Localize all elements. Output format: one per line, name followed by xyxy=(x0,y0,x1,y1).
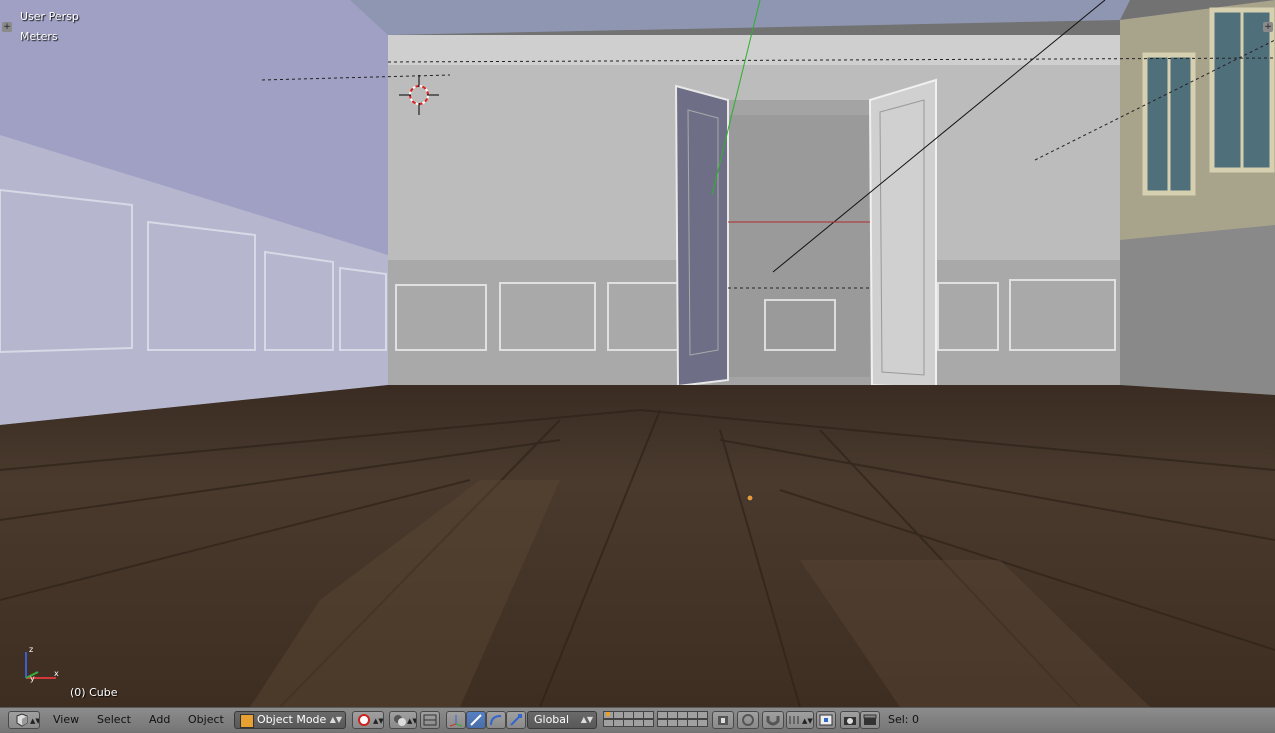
pivot-icon: ▲▼ xyxy=(358,714,384,726)
move-manipulator-button[interactable] xyxy=(466,711,486,729)
region-expand-icon[interactable]: + xyxy=(1263,22,1273,32)
snap-target-button[interactable] xyxy=(816,711,836,729)
manipulator-icon xyxy=(423,714,437,726)
manipulator-toggle[interactable] xyxy=(420,711,440,729)
proportional-edit-button[interactable] xyxy=(737,711,759,729)
layer-lock-icon xyxy=(718,716,728,725)
clapper-icon xyxy=(863,714,877,725)
render-button[interactable] xyxy=(840,711,860,729)
region-expand-icon[interactable]: + xyxy=(2,22,12,32)
snap-target-icon xyxy=(819,714,833,726)
svg-text:▲▼: ▲▼ xyxy=(373,717,383,725)
snap-toggle[interactable] xyxy=(762,711,784,729)
orientation-dropdown[interactable]: Global ▲▼ xyxy=(527,711,597,729)
active-layer-dot xyxy=(606,712,610,716)
axes-icon xyxy=(449,715,463,727)
proportional-icon xyxy=(742,714,754,726)
dropdown-arrows-icon: ▲▼ xyxy=(580,715,593,724)
scale-icon xyxy=(510,714,522,726)
menu-add[interactable]: Add xyxy=(149,713,170,726)
shading-icon: ▲▼ xyxy=(394,715,418,726)
3d-viewport[interactable]: z y x User Persp Meters (0) Cube + + xyxy=(0,0,1275,707)
snap-increment-icon: ▲▼ xyxy=(789,716,813,725)
camera-icon xyxy=(844,717,856,725)
translate-manipulator-button[interactable] xyxy=(446,711,466,729)
editor-type-button[interactable]: ▲▼ xyxy=(8,711,41,729)
scene-layers-group-2[interactable] xyxy=(657,708,708,733)
rotate-icon xyxy=(490,715,502,726)
scale-manipulator-button[interactable] xyxy=(506,711,526,729)
svg-text:y: y xyxy=(30,674,35,683)
svg-text:▲▼: ▲▼ xyxy=(30,717,39,725)
selection-count: Sel: 0 xyxy=(888,713,920,726)
pivot-button[interactable]: ▲▼ xyxy=(352,711,384,729)
object-origin xyxy=(746,494,754,502)
shading-button[interactable]: ▲▼ xyxy=(389,711,418,729)
object-mode-icon xyxy=(240,714,254,728)
left-door xyxy=(674,84,729,388)
svg-text:x: x xyxy=(54,669,59,678)
svg-text:▲▼: ▲▼ xyxy=(802,717,813,725)
menu-select[interactable]: Select xyxy=(97,713,131,726)
cube-icon: ▲▼ xyxy=(16,713,41,727)
rotate-manipulator-button[interactable] xyxy=(486,711,506,729)
active-object-label: (0) Cube xyxy=(70,686,118,699)
scene-render[interactable]: z y x xyxy=(0,0,1275,707)
view-name-label: User Persp xyxy=(20,10,79,23)
mode-dropdown-label: Object Mode xyxy=(257,713,327,726)
svg-text:▲▼: ▲▼ xyxy=(407,717,416,725)
scene-layers-group-1[interactable] xyxy=(603,708,654,733)
lock-camera-button[interactable] xyxy=(712,711,734,729)
dropdown-arrows-icon: ▲▼ xyxy=(329,715,342,724)
mode-dropdown[interactable]: Object Mode ▲▼ xyxy=(234,711,346,729)
ceiling xyxy=(350,0,1130,35)
menu-view[interactable]: View xyxy=(53,713,79,726)
magnet-icon xyxy=(766,716,780,726)
header-toolbar: ▲▼ View Select Add Object Object Mode ▲▼… xyxy=(0,707,1275,732)
orientation-dropdown-label: Global xyxy=(534,713,570,726)
svg-text:z: z xyxy=(29,645,33,654)
arrow-icon xyxy=(470,714,482,726)
render-animation-button[interactable] xyxy=(860,711,880,729)
snap-element-dropdown[interactable]: ▲▼ xyxy=(786,711,814,729)
menu-object[interactable]: Object xyxy=(188,713,224,726)
units-label: Meters xyxy=(20,30,58,43)
